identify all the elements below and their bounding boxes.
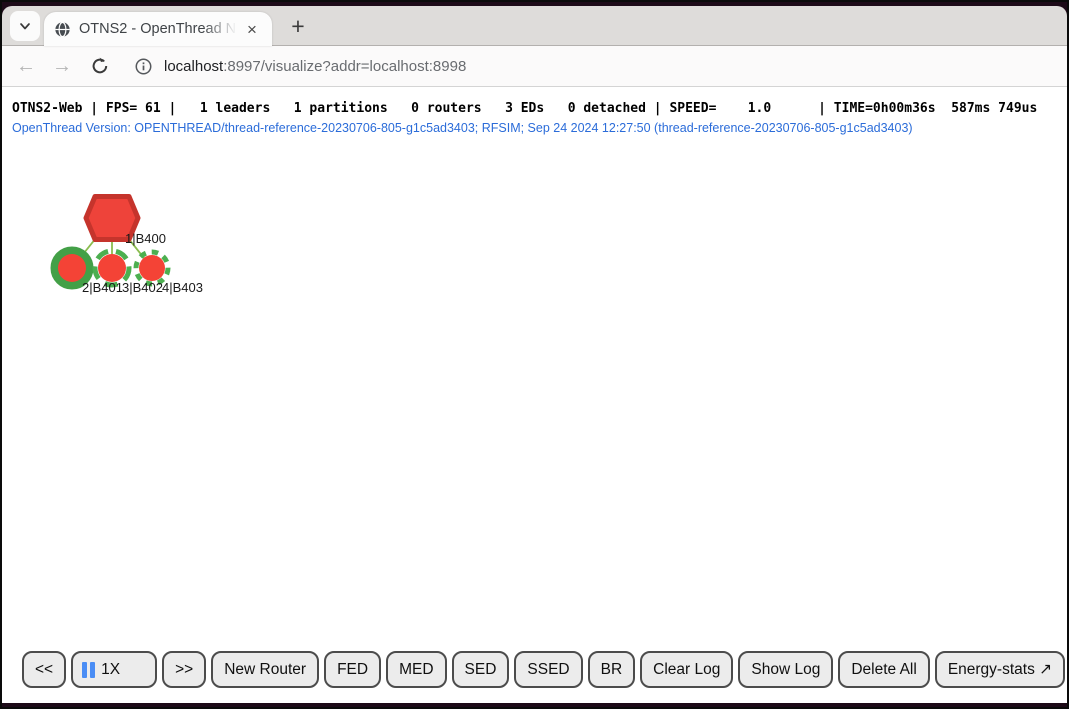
- info-icon[interactable]: [134, 57, 153, 76]
- energy-stats-button[interactable]: Energy-stats ↗: [935, 651, 1065, 688]
- med-button[interactable]: MED: [386, 651, 446, 688]
- rewind-button[interactable]: <<: [22, 651, 66, 688]
- tab-bar: OTNS2 - OpenThread Ne × +: [2, 6, 1067, 46]
- node-label: 3|B402: [122, 280, 163, 295]
- speed-label: 1X: [101, 661, 120, 679]
- pause-speed-button[interactable]: 1X: [71, 651, 157, 688]
- node-label: 4|B403: [162, 280, 203, 295]
- tab-otns2[interactable]: OTNS2 - OpenThread Ne ×: [44, 12, 272, 46]
- ssed-button[interactable]: SSED: [514, 651, 582, 688]
- tab-close-icon[interactable]: ×: [247, 21, 257, 38]
- bottom-toolbar: << 1X >> New Router FED MED SED SSED BR …: [22, 651, 1069, 688]
- sed-button[interactable]: SED: [452, 651, 510, 688]
- reload-icon[interactable]: [90, 56, 110, 76]
- pause-icon: [82, 662, 95, 678]
- url-path: :8997/visualize?addr=localhost:8998: [223, 58, 466, 75]
- browser-window: OTNS2 - OpenThread Ne × + ← → localhost:…: [0, 0, 1069, 709]
- node-label: 2|B401: [82, 280, 123, 295]
- back-icon[interactable]: ←: [14, 55, 38, 78]
- forward-icon[interactable]: →: [50, 55, 74, 78]
- fast-forward-button[interactable]: >>: [162, 651, 206, 688]
- page-content: OTNS2-Web | FPS= 61 | 1 leaders 1 partit…: [2, 87, 1067, 703]
- url-host: localhost: [164, 58, 223, 75]
- network-canvas[interactable]: 1|B400 2|B401 3|B402 4|B403: [2, 87, 422, 347]
- fed-button[interactable]: FED: [324, 651, 381, 688]
- delete-all-button[interactable]: Delete All: [838, 651, 929, 688]
- show-log-button[interactable]: Show Log: [738, 651, 833, 688]
- tab-title-fade: [203, 21, 237, 37]
- node-label: 1|B400: [125, 231, 166, 246]
- tab-title: OTNS2 - OpenThread Ne: [79, 21, 237, 37]
- navigation-bar: ← → localhost:8997/visualize?addr=localh…: [2, 46, 1067, 87]
- new-router-button[interactable]: New Router: [211, 651, 319, 688]
- chevron-down-icon: [17, 18, 33, 34]
- tab-list-button[interactable]: [10, 11, 40, 41]
- globe-icon: [54, 21, 71, 38]
- url-text[interactable]: localhost:8997/visualize?addr=localhost:…: [164, 58, 466, 75]
- clear-log-button[interactable]: Clear Log: [640, 651, 733, 688]
- br-button[interactable]: BR: [588, 651, 636, 688]
- new-tab-button[interactable]: +: [283, 11, 313, 41]
